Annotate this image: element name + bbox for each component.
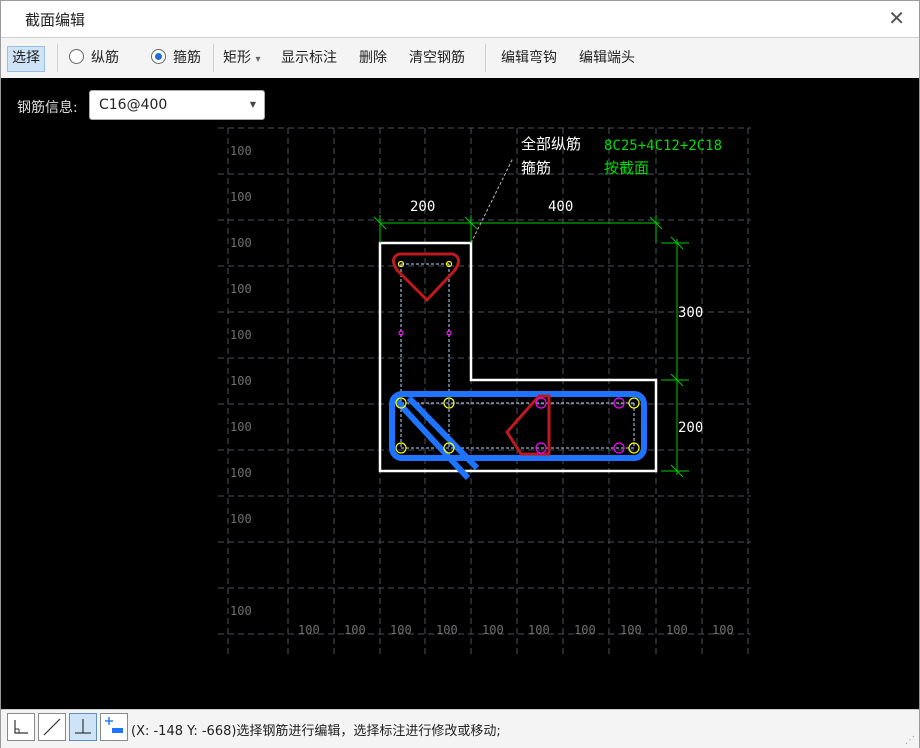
shape-label: 矩形: [223, 50, 251, 66]
close-icon[interactable]: ✕: [888, 6, 905, 30]
delete-button[interactable]: 删除: [355, 46, 391, 70]
annotation-stirrup-value[interactable]: 按截面: [604, 159, 649, 177]
add-point-icon[interactable]: [100, 713, 128, 741]
angle-line-icon[interactable]: [38, 713, 66, 741]
grid-label: 100: [436, 623, 458, 637]
grid-label: 100: [482, 623, 504, 637]
longitudinal-label[interactable]: 纵筋: [87, 46, 123, 70]
section-outline[interactable]: [378, 241, 658, 473]
dim-right-top[interactable]: 300: [678, 305, 703, 321]
tie-stirrup-top[interactable]: [392, 252, 460, 303]
edit-hook-button[interactable]: 编辑弯钩: [497, 46, 561, 70]
status-bar: (X: -148 Y: -668)选择钢筋进行编辑，选择标注进行修改或移动; ⋰: [1, 709, 919, 748]
grid-label: 100: [230, 144, 252, 158]
grid-label: 100: [230, 282, 252, 296]
annotation-stirrup[interactable]: 箍筋: [521, 159, 551, 177]
section-drawing[interactable]: 100 100 100 100 100 100 100 100 100 100 100 100 100…: [1, 78, 919, 709]
section-edit-window: 截面编辑 ✕ 选择 纵筋 箍筋 矩形 ▾ 显示标注 删除 清空钢筋 编辑弯钩 编…: [0, 0, 920, 748]
grid-label: 100: [528, 623, 550, 637]
dim-top-right[interactable]: 400: [548, 199, 573, 215]
clear-rebar-button[interactable]: 清空钢筋: [405, 46, 469, 70]
toolbar-divider: [485, 44, 486, 72]
annotation-long-value[interactable]: 8C25+4C12+2C18: [604, 138, 722, 154]
stirrup-radio[interactable]: [151, 49, 166, 64]
grid-label: 100: [230, 328, 252, 342]
toolbar-divider: [213, 44, 214, 72]
grid-label: 100: [230, 420, 252, 434]
chevron-down-icon: ▾: [255, 54, 261, 65]
select-button[interactable]: 选择: [7, 46, 45, 72]
dim-right-bottom[interactable]: 200: [678, 420, 703, 436]
dim-top-left[interactable]: 200: [410, 199, 435, 215]
shape-dropdown[interactable]: 矩形 ▾: [219, 46, 264, 70]
grid-label: 100: [230, 374, 252, 388]
perpendicular-icon[interactable]: [69, 713, 97, 741]
ortho-corner-icon[interactable]: [7, 713, 35, 741]
grid-label: 100: [712, 623, 734, 637]
grid-label: 100: [344, 623, 366, 637]
grid-label: 100: [230, 190, 252, 204]
show-dims-button[interactable]: 显示标注: [277, 46, 341, 70]
grid-label: 100: [574, 623, 596, 637]
annotation-all-long[interactable]: 全部纵筋: [521, 135, 581, 153]
grid-label: 100: [230, 604, 252, 618]
annotation-leader: [470, 157, 514, 244]
toolbar-divider: [57, 44, 58, 72]
longitudinal-radio[interactable]: [69, 49, 84, 64]
resize-grip-icon[interactable]: ⋰: [905, 735, 915, 746]
status-text: (X: -148 Y: -668)选择钢筋进行编辑，选择标注进行修改或移动;: [131, 724, 501, 739]
grid-label: 100: [620, 623, 642, 637]
grid-label: 100: [230, 236, 252, 250]
grid-label: 100: [390, 623, 412, 637]
stirrup-label[interactable]: 箍筋: [169, 46, 205, 70]
title-bar: 截面编辑 ✕: [1, 1, 919, 35]
grid-label: 100: [298, 623, 320, 637]
grid-label: 100: [666, 623, 688, 637]
grid-label: 100: [230, 466, 252, 480]
drawing-canvas[interactable]: 钢筋信息: C16@400 ▼ 100 100 100 100 100 100 100 100…: [1, 78, 919, 709]
window-title: 截面编辑: [25, 11, 86, 29]
selected-stirrup-hook[interactable]: [391, 395, 471, 481]
edit-end-button[interactable]: 编辑端头: [575, 46, 639, 70]
toolbar: 选择 纵筋 箍筋 矩形 ▾ 显示标注 删除 清空钢筋 编辑弯钩 编辑端头: [1, 37, 919, 78]
tie-stirrup-bottom[interactable]: [505, 394, 551, 456]
grid-label: 100: [230, 512, 252, 526]
